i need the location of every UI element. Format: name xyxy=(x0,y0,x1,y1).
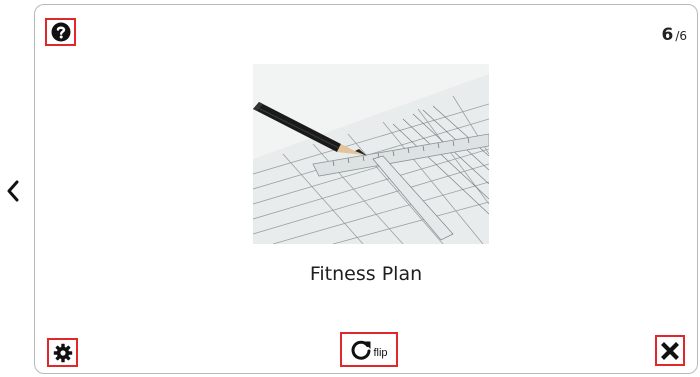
flashcard[interactable]: 6/6 Fitness Plan flip xyxy=(34,4,698,374)
card-image xyxy=(253,64,489,244)
rotate-icon xyxy=(352,340,371,360)
close-button[interactable] xyxy=(655,335,685,366)
card-title: Fitness Plan xyxy=(309,263,423,285)
flip-label: flip xyxy=(373,346,388,359)
question-circle-icon xyxy=(51,22,70,42)
flip-button[interactable]: flip xyxy=(340,332,398,367)
chevron-left-icon xyxy=(7,180,19,202)
gear-icon xyxy=(53,343,72,362)
previous-card-button[interactable] xyxy=(3,176,23,206)
help-button[interactable] xyxy=(45,18,76,46)
card-counter: 6/6 xyxy=(661,25,687,45)
flashcard-viewer: 6/6 Fitness Plan flip xyxy=(0,0,700,377)
settings-button[interactable] xyxy=(47,338,78,367)
current-card-number: 6 xyxy=(661,25,674,45)
pencil-on-blueprint-image xyxy=(253,64,489,244)
total-card-count: 6 xyxy=(679,29,687,43)
close-icon xyxy=(661,341,679,360)
